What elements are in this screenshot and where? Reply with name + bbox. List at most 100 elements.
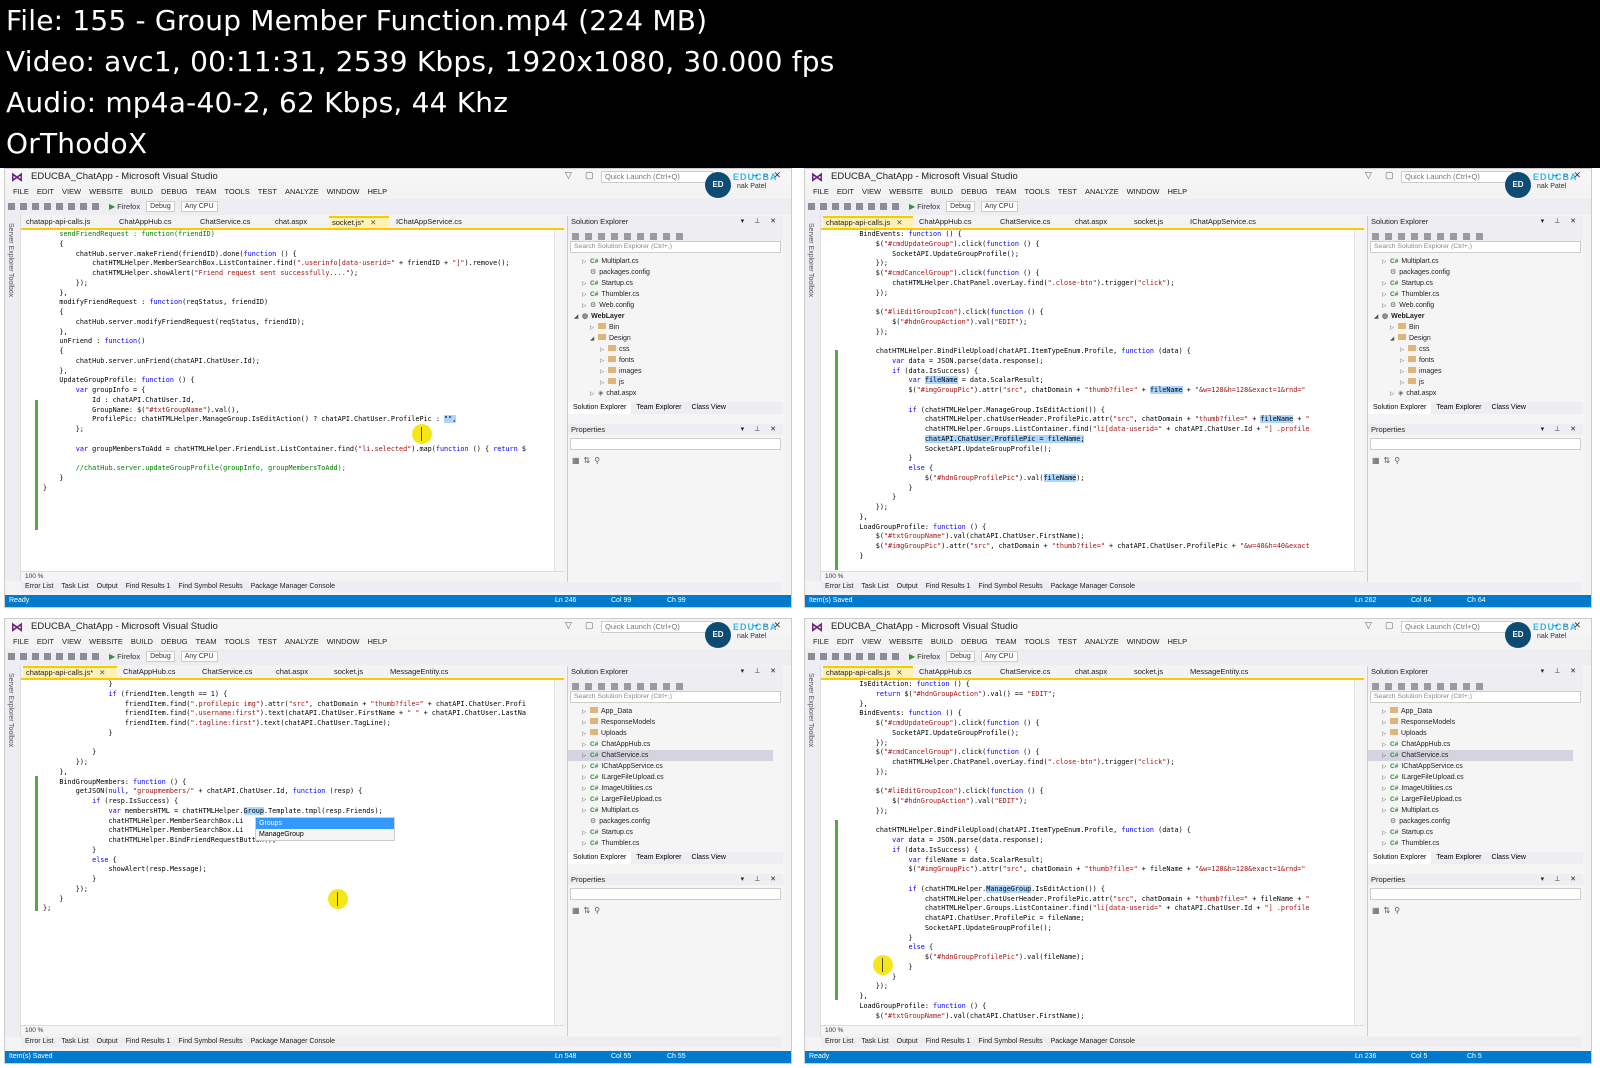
tab-messageentity[interactable]: MessageEntity.cs [387, 666, 451, 678]
zoom-level[interactable]: 100 % [821, 571, 1364, 580]
intellisense-item-groups[interactable]: Groups [256, 818, 394, 829]
platform-dropdown[interactable]: Any CPU [180, 201, 218, 212]
back-icon[interactable] [1372, 233, 1379, 240]
menu-website[interactable]: WEBSITE [89, 185, 123, 199]
solution-search-input[interactable]: Search Solution Explorer (Ctrl+;) [1370, 691, 1581, 703]
editor-scrollbar[interactable] [1354, 230, 1364, 579]
menu-window[interactable]: WINDOW [327, 185, 360, 199]
panel-controls[interactable]: ▾ ⊥ ✕ [741, 216, 780, 227]
back-icon[interactable] [572, 683, 579, 690]
new-project-icon[interactable] [32, 203, 39, 210]
menu-help[interactable]: HELP [368, 185, 388, 199]
tree-item[interactable]: ◢ Design [1368, 333, 1573, 344]
zoom-level[interactable]: 100 % [821, 1025, 1364, 1034]
redo-icon[interactable] [892, 203, 899, 210]
tree-item[interactable]: ▷ images [1368, 366, 1573, 377]
properties-object-dropdown[interactable] [1370, 888, 1581, 900]
tab-class-view[interactable]: Class View [686, 402, 731, 414]
zoom-level[interactable]: 100 % [21, 1025, 564, 1034]
collapse-icon[interactable] [1437, 683, 1444, 690]
show-all-icon[interactable] [650, 683, 657, 690]
menu-analyze[interactable]: ANALYZE [285, 635, 319, 649]
forward-icon[interactable] [20, 203, 27, 210]
properties-icon[interactable] [1463, 233, 1470, 240]
start-debug-icon[interactable]: ▶ [109, 202, 115, 211]
refresh-icon[interactable] [624, 683, 631, 690]
tab-find-results[interactable]: Find Results 1 [126, 583, 171, 590]
tree-item[interactable]: ▷ C# Startup.cs [568, 827, 773, 838]
collapse-icon[interactable] [637, 233, 644, 240]
tree-item[interactable]: ▷ ResponseModels [1368, 717, 1573, 728]
toolbox-tab[interactable]: Toolbox [7, 723, 14, 747]
show-all-icon[interactable] [650, 233, 657, 240]
tree-item[interactable]: ⚙ packages.config [568, 267, 773, 278]
solution-search-input[interactable]: Search Solution Explorer (Ctrl+;) [570, 241, 781, 253]
tab-task-list[interactable]: Task List [861, 1038, 888, 1045]
quick-launch-input[interactable]: Quick Launch (Ctrl+Q) [601, 171, 713, 183]
tab-chatservice[interactable]: ChatService.cs [997, 666, 1053, 678]
menu-team[interactable]: TEAM [196, 635, 217, 649]
menu-debug[interactable]: DEBUG [161, 185, 188, 199]
menu-window[interactable]: WINDOW [327, 635, 360, 649]
tree-item[interactable]: ▷ C# Thumbler.cs [568, 838, 773, 849]
tab-socket-js[interactable]: socket.js [1131, 666, 1166, 678]
menu-view[interactable]: VIEW [62, 635, 81, 649]
code-text[interactable]: } if (friendItem.length == 1) { friendIt… [43, 680, 548, 914]
open-icon[interactable] [844, 203, 851, 210]
tab-output[interactable]: Output [97, 1038, 118, 1045]
tree-item[interactable]: ▷ C# ChatService.cs [1368, 750, 1573, 761]
tree-item[interactable]: ◢ ◍ WebLayer [568, 311, 773, 322]
tab-ichatappservice[interactable]: IChatAppService.cs [393, 216, 465, 228]
tree-item[interactable]: ▷ C# Startup.cs [1368, 278, 1573, 289]
tree-item[interactable]: ▷ App_Data [568, 706, 773, 717]
save-icon[interactable] [856, 203, 863, 210]
toolbox-tab[interactable]: Toolbox [7, 273, 14, 297]
tab-solution-explorer[interactable]: Solution Explorer [568, 852, 632, 864]
tree-item[interactable]: ▷ fonts [568, 355, 773, 366]
menu-test[interactable]: TEST [1058, 635, 1077, 649]
tab-find-symbol-results[interactable]: Find Symbol Results [178, 583, 242, 590]
tab-chat-aspx[interactable]: chat.aspx [1072, 666, 1110, 678]
config-dropdown[interactable]: Debug [146, 201, 175, 212]
tab-find-symbol-results[interactable]: Find Symbol Results [978, 583, 1042, 590]
tab-socket-js[interactable]: socket.js [331, 666, 366, 678]
menu-window[interactable]: WINDOW [1127, 185, 1160, 199]
config-dropdown[interactable]: Debug [946, 651, 975, 662]
preview-icon[interactable] [1476, 683, 1483, 690]
menu-website[interactable]: WEBSITE [89, 635, 123, 649]
tab-task-list[interactable]: Task List [61, 1038, 88, 1045]
toolbox-tab[interactable]: Toolbox [807, 273, 814, 297]
tab-chat-aspx[interactable]: chat.aspx [273, 666, 311, 678]
open-icon[interactable] [844, 653, 851, 660]
menu-edit[interactable]: EDIT [837, 185, 854, 199]
browser-label[interactable]: Firefox [117, 652, 140, 661]
redo-icon[interactable] [892, 653, 899, 660]
menu-help[interactable]: HELP [1168, 185, 1188, 199]
tree-item[interactable]: ▷ C# Multiplart.cs [568, 805, 773, 816]
tree-item[interactable]: ▷ C# Startup.cs [1368, 827, 1573, 838]
forward-icon[interactable] [585, 233, 592, 240]
window-controls[interactable]: –▫✕ [1553, 620, 1587, 631]
preview-icon[interactable] [676, 683, 683, 690]
preview-icon[interactable] [676, 233, 683, 240]
properties-toolbar-icons[interactable]: ▦⇅⚲ [1372, 906, 1404, 915]
config-dropdown[interactable]: Debug [146, 651, 175, 662]
tab-team-explorer[interactable]: Team Explorer [631, 852, 686, 864]
feedback-icon[interactable]: ▢ [585, 620, 594, 631]
server-explorer-tab[interactable]: Server Explorer [7, 223, 14, 272]
properties-object-dropdown[interactable] [1370, 438, 1581, 450]
tab-task-list[interactable]: Task List [861, 583, 888, 590]
panel-controls[interactable]: ▾ ⊥ ✕ [1541, 666, 1580, 677]
tab-socket-js[interactable]: socket.js [1131, 216, 1166, 228]
platform-dropdown[interactable]: Any CPU [980, 651, 1018, 662]
server-explorer-tab[interactable]: Server Explorer [807, 673, 814, 722]
tree-item[interactable]: ▷ Bin [568, 322, 773, 333]
tree-item[interactable]: ▷ C# Multiplart.cs [568, 256, 773, 267]
menu-build[interactable]: BUILD [131, 635, 153, 649]
feedback-icon[interactable]: ▢ [1385, 620, 1394, 631]
save-all-icon[interactable] [68, 203, 75, 210]
tree-item[interactable]: ▷ Bin [1368, 322, 1573, 333]
panel-controls[interactable]: ▾ ⊥ ✕ [741, 874, 780, 885]
tree-item[interactable]: ▷ C# Multiplart.cs [1368, 256, 1573, 267]
tree-item[interactable]: ▷ C# ImageUtilities.cs [568, 783, 773, 794]
